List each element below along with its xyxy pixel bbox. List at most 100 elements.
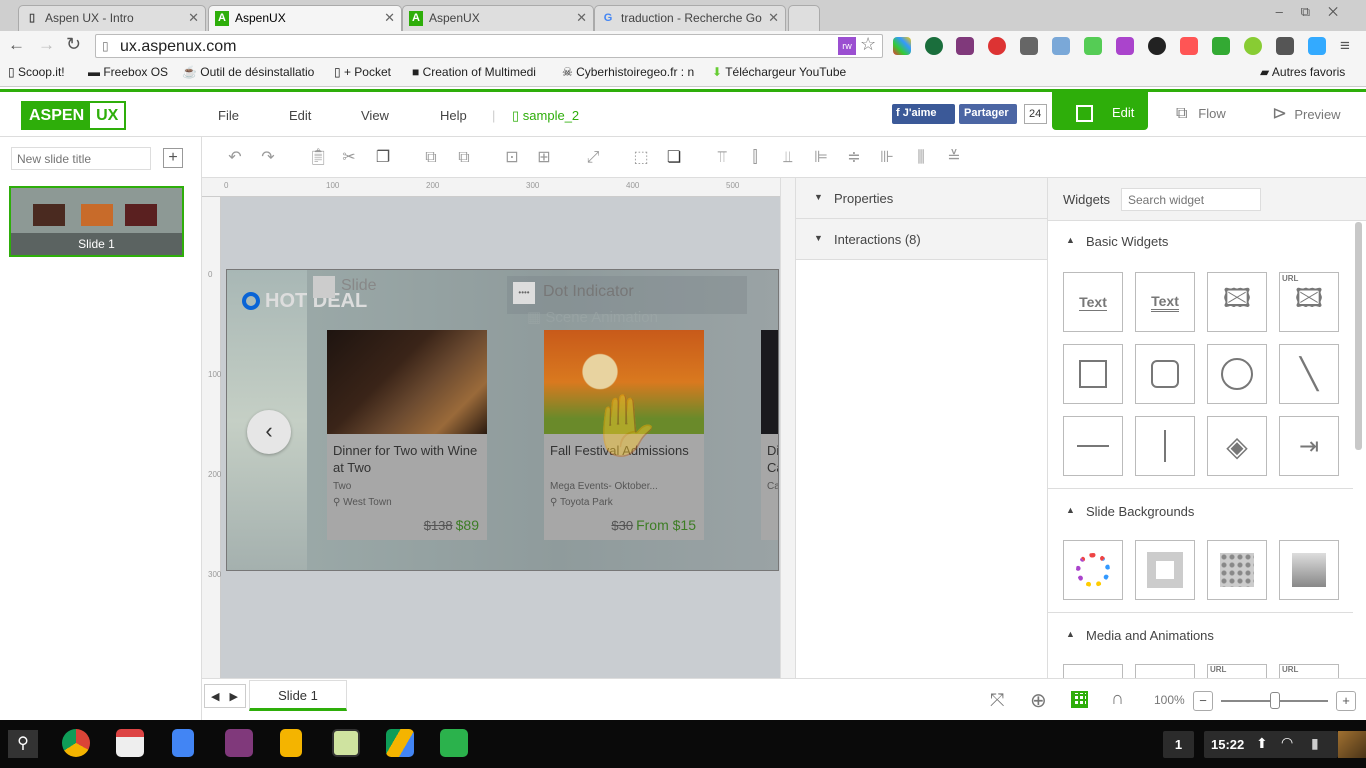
browser-tab[interactable]: A AspenUX ✕ (402, 5, 594, 31)
deal-card[interactable]: Di Ca Ca (761, 330, 778, 540)
magnet-icon[interactable]: ∩ (1111, 688, 1124, 709)
zoom-in-button[interactable]: + (1336, 691, 1356, 711)
feather-extension-icon[interactable] (1116, 37, 1134, 55)
bookmark[interactable]: ☠ Cyberhistoiregeo.fr : n (562, 65, 694, 79)
grid-icon[interactable] (1071, 691, 1088, 708)
docs-app-icon[interactable] (172, 729, 194, 757)
bookmark[interactable]: ▯ + Pocket (334, 65, 391, 79)
distribute-horizontal-icon[interactable]: ⫼ (912, 149, 930, 167)
green-extension-icon[interactable] (1244, 37, 1262, 55)
browser-tab[interactable]: Gtraduction - Recherche Go ✕ (594, 5, 786, 31)
vertical-line-widget[interactable] (1135, 416, 1195, 476)
undo-icon[interactable]: ↶ (226, 149, 244, 167)
color-background-widget[interactable] (1063, 540, 1123, 600)
download-arrow-extension-icon[interactable] (1084, 37, 1102, 55)
bookmark[interactable]: ⬇ Téléchargeur YouTube (712, 65, 846, 79)
media-widget[interactable] (1135, 664, 1195, 679)
close-icon[interactable]: ✕ (384, 10, 395, 26)
browser-tab[interactable]: ▯ Aspen UX - Intro ✕ (18, 5, 206, 31)
gradient-background-widget[interactable] (1279, 540, 1339, 600)
address-bar[interactable]: ux.aspenux.com (95, 34, 883, 58)
menu-edit[interactable]: Edit (289, 108, 311, 123)
rounded-rectangle-widget[interactable] (1135, 344, 1195, 404)
copy-icon[interactable]: ❐ (374, 149, 392, 167)
bookmark[interactable]: ■ Creation of Multimedi (412, 65, 536, 79)
bookmark[interactable]: ▯ Scoop.it! (8, 65, 65, 79)
scene-animation-label[interactable]: ▦ Scene Animation (527, 308, 658, 326)
download-extension-icon[interactable] (925, 37, 943, 55)
basic-widgets-header[interactable]: ▲ Basic Widgets (1048, 221, 1353, 261)
rectangle-widget[interactable] (1063, 344, 1123, 404)
facebook-share-button[interactable]: Partager (959, 104, 1017, 124)
slide-widget-label[interactable]: Slide (341, 277, 377, 295)
mode-edit-tab[interactable]: Edit (1052, 92, 1148, 130)
image-icon[interactable]: 🖾 (1207, 272, 1267, 332)
ungroup-icon[interactable]: ⊞ (535, 149, 553, 167)
link-widget[interactable]: ⇥ (1279, 416, 1339, 476)
horizontal-line-widget[interactable] (1063, 416, 1123, 476)
onenote-extension-icon[interactable] (956, 37, 974, 55)
shadow-icon[interactable]: ❏ (665, 149, 683, 167)
back-icon[interactable]: ← (8, 35, 25, 55)
fit-icon[interactable]: ⤢ (584, 149, 602, 167)
workspace-button[interactable]: 1 (1163, 731, 1194, 758)
align-middle-icon[interactable]: ⫿ (746, 149, 764, 167)
panel-resize-handle[interactable] (780, 178, 795, 678)
new-tab-button[interactable] (788, 5, 820, 31)
url-image-widget[interactable]: URL 🖾 (1279, 272, 1339, 332)
interactions-section-header[interactable]: ▼ Interactions (8) (796, 219, 1047, 260)
close-icon[interactable]: ✕ (188, 10, 199, 26)
media-widget[interactable] (1063, 664, 1123, 679)
group-icon[interactable]: ⊡ (503, 149, 521, 167)
slide-title-input[interactable] (11, 147, 151, 170)
color-extension-icon[interactable] (1148, 37, 1166, 55)
browser-tab-active[interactable]: A AspenUX ✕ (208, 5, 402, 31)
fullscreen-icon[interactable]: ⤧ (990, 690, 1004, 711)
chrome-app-icon[interactable] (62, 729, 90, 757)
deal-card[interactable]: Dinner for Two with Wine at Two Two ⚲ We… (327, 330, 487, 540)
slide-canvas[interactable]: HOT DEAL Slide •••• Dot Indicator ▦ Scen… (226, 269, 779, 571)
align-left-icon[interactable]: ⊫ (812, 149, 830, 167)
forward-icon[interactable]: → (38, 35, 55, 55)
chat-extension-icon[interactable] (1276, 37, 1294, 55)
slide-thumbnail[interactable]: Slide 1 (9, 186, 184, 257)
gmail-app-icon[interactable] (116, 729, 144, 757)
mode-preview-tab[interactable]: ⊳ Preview (1272, 103, 1341, 124)
align-bottom-icon[interactable]: ⫫ (779, 149, 797, 167)
chart-app-icon[interactable] (332, 729, 360, 757)
reload-icon[interactable]: ↻ (66, 34, 81, 55)
facebook-like-button[interactable]: f J'aime (892, 104, 955, 124)
file-name[interactable]: ▯ sample_2 (512, 108, 579, 124)
aspenux-logo[interactable]: ASPEN UX (21, 101, 127, 130)
slide-nav-arrows[interactable]: ◀▶ (204, 684, 246, 708)
widgets-scrollbar[interactable] (1355, 222, 1362, 450)
other-bookmarks[interactable]: ▰ Autres favoris (1260, 65, 1345, 79)
align-center-icon[interactable]: ≑ (845, 149, 863, 167)
menu-file[interactable]: File (218, 108, 239, 123)
slides-app-icon[interactable] (280, 729, 302, 757)
close-icon[interactable]: ✕ (576, 10, 587, 26)
close-icon[interactable]: ✕ (768, 10, 779, 26)
carousel-prev-button[interactable]: ‹ (247, 410, 291, 454)
drive-app-icon[interactable] (386, 729, 414, 757)
properties-section-header[interactable]: ▼ Properties (796, 178, 1047, 219)
url-media-widget[interactable]: URL (1279, 664, 1339, 679)
solid-background-widget[interactable] (1135, 540, 1195, 600)
redo-icon[interactable]: ↷ (259, 149, 277, 167)
slide-backgrounds-header[interactable]: ▲ Slide Backgrounds (1048, 488, 1353, 530)
media-animations-header[interactable]: ▲ Media and Animations (1048, 612, 1353, 654)
camera-extension-icon[interactable] (1052, 37, 1070, 55)
slack-extension-icon[interactable] (893, 37, 911, 55)
extension-rw-icon[interactable]: rw (838, 37, 856, 55)
cut-icon[interactable]: ✂ (340, 149, 358, 167)
zoom-slider-thumb[interactable] (1269, 692, 1280, 709)
extension-icon[interactable] (1020, 37, 1038, 55)
slide-tab[interactable]: Slide 1 (249, 680, 347, 711)
widget-paragraph[interactable]: Text (1135, 272, 1195, 332)
bookmark[interactable]: ☕ Outil de désinstallatio (182, 65, 314, 79)
zoom-out-button[interactable]: − (1193, 691, 1213, 711)
eraser-extension-icon[interactable] (1180, 37, 1198, 55)
onenote-app-icon[interactable] (225, 729, 253, 757)
cat-extension-icon[interactable] (1308, 37, 1326, 55)
avatar[interactable] (1338, 731, 1366, 758)
